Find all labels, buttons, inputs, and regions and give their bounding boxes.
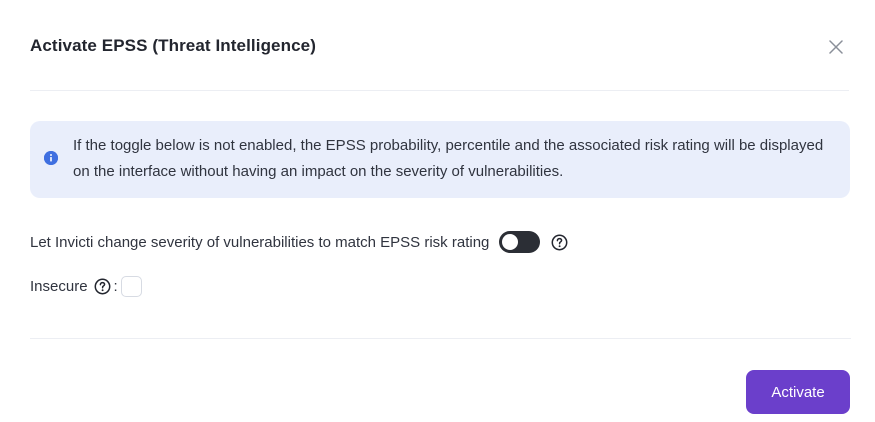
activate-button[interactable]: Activate bbox=[746, 370, 850, 414]
info-icon bbox=[44, 151, 58, 165]
severity-toggle-row: Let Invicti change severity of vulnerabi… bbox=[30, 230, 568, 254]
dialog-header: Activate EPSS (Threat Intelligence) bbox=[30, 0, 849, 91]
insecure-row: Insecure : bbox=[30, 274, 142, 298]
insecure-separator: : bbox=[113, 277, 118, 295]
severity-toggle-label: Let Invicti change severity of vulnerabi… bbox=[30, 233, 490, 251]
close-button[interactable] bbox=[825, 36, 847, 58]
insecure-checkbox[interactable] bbox=[120, 275, 142, 297]
severity-toggle[interactable] bbox=[499, 231, 541, 253]
activate-epss-dialog: Activate EPSS (Threat Intelligence) If t… bbox=[0, 0, 875, 422]
insecure-label: Insecure bbox=[30, 277, 88, 295]
toggle-knob bbox=[502, 234, 519, 250]
help-circle-icon[interactable] bbox=[94, 278, 111, 295]
close-icon bbox=[829, 40, 843, 54]
info-alert: If the toggle below is not enabled, the … bbox=[30, 121, 850, 198]
footer-divider bbox=[30, 338, 851, 339]
help-circle-icon[interactable] bbox=[551, 234, 568, 251]
dialog-title: Activate EPSS (Threat Intelligence) bbox=[30, 36, 316, 55]
info-text: If the toggle below is not enabled, the … bbox=[73, 137, 824, 180]
